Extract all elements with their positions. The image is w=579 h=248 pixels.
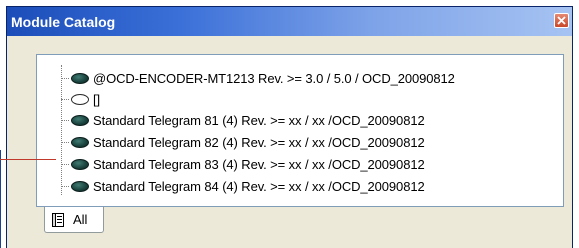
catalog-list-icon [52,212,64,227]
module-icon [71,180,89,192]
list-item[interactable]: [] [61,89,100,109]
catalog-tree[interactable]: @OCD-ENCODER-MT1213 Rev. >= 3.0 / 5.0 / … [36,54,564,207]
module-catalog-window: Module Catalog @OCD-ENCODER-MT1213 Rev. … [6,6,573,248]
tab-all[interactable]: All [44,207,104,233]
module-icon [71,114,89,126]
list-item[interactable]: Standard Telegram 81 (4) Rev. >= xx / xx… [61,110,425,130]
tree-branch [61,163,69,165]
tree-branch [61,141,69,143]
tree-branch [61,77,69,79]
tree-branch [61,119,69,121]
callout-frame [0,150,1,248]
module-icon [71,158,89,170]
list-item[interactable]: Standard Telegram 82 (4) Rev. >= xx / xx… [61,132,425,152]
close-button[interactable] [554,13,569,28]
list-item[interactable]: @OCD-ENCODER-MT1213 Rev. >= 3.0 / 5.0 / … [61,68,455,88]
module-icon [71,72,89,84]
empty-module-icon [71,93,89,105]
tab-strip: All [36,207,564,237]
list-item-label: Standard Telegram 83 (4) Rev. >= xx / xx… [93,156,425,172]
title-bar[interactable]: Module Catalog [7,7,572,36]
close-icon [557,16,566,25]
list-item-label: Standard Telegram 84 (4) Rev. >= xx / xx… [93,178,425,194]
tree-branch [61,98,69,100]
list-item[interactable]: Standard Telegram 83 (4) Rev. >= xx / xx… [61,154,425,174]
list-item[interactable]: Standard Telegram 84 (4) Rev. >= xx / xx… [61,176,425,196]
tab-all-label: All [73,212,88,227]
list-item-label: [] [93,91,101,107]
callout-pointer [0,159,56,160]
list-item-label: Standard Telegram 82 (4) Rev. >= xx / xx… [93,134,425,150]
window-title: Module Catalog [11,14,116,30]
module-icon [71,136,89,148]
list-item-label: @OCD-ENCODER-MT1213 Rev. >= 3.0 / 5.0 / … [93,70,455,86]
list-item-label: Standard Telegram 81 (4) Rev. >= xx / xx… [93,112,425,128]
tree-branch [61,185,69,187]
